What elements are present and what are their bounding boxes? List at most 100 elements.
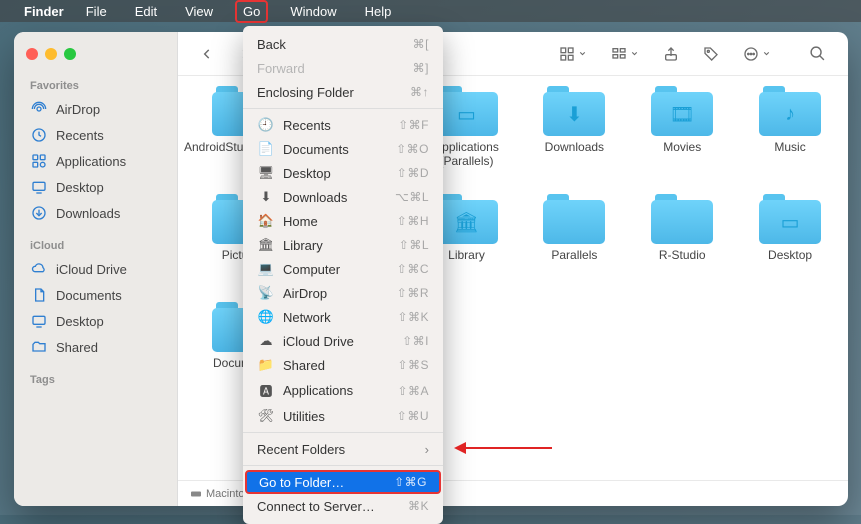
go-shared[interactable]: 📁Shared⇧⌘S (243, 353, 443, 377)
sidebar-item-documents[interactable]: Documents (20, 282, 171, 308)
utilities-icon: 🛠 (257, 408, 275, 424)
search-button[interactable] (803, 41, 832, 66)
view-mode-button[interactable] (553, 42, 593, 66)
go-recent-folders[interactable]: Recent Folders › (243, 437, 443, 461)
go-applications[interactable]: 🅰Applications⇧⌘A (243, 377, 443, 404)
go-utilities[interactable]: 🛠 Utilities ⇧⌘U (243, 404, 443, 428)
folder-downloads[interactable]: ⬇Downloads (522, 86, 626, 186)
tag-button[interactable] (697, 42, 725, 66)
shortcut-label: ⇧⌘H (397, 214, 429, 228)
folder-desktop-alias[interactable]: ▭ Desktop (738, 194, 842, 294)
download-icon: ⬇ (257, 189, 275, 205)
menu-item-label: Network (283, 310, 331, 325)
shortcut-label: ⌘K (408, 499, 429, 513)
file-label: Parallels (551, 248, 597, 262)
go-library[interactable]: 🏛Library⇧⌘L (243, 233, 443, 257)
go-connect-to-server[interactable]: Connect to Server… ⌘K (243, 494, 443, 518)
file-label: Desktop (768, 248, 812, 262)
sidebar-item-icloud-drive[interactable]: iCloud Drive (20, 256, 171, 282)
menu-window[interactable]: Window (284, 2, 342, 21)
menu-file[interactable]: File (80, 2, 113, 21)
shortcut-label: ⇧⌘U (397, 409, 429, 423)
back-button[interactable] (194, 43, 220, 65)
menu-go[interactable]: Go (235, 0, 268, 23)
sidebar-section-tags: Tags (20, 370, 171, 390)
sidebar-item-applications[interactable]: Applications (20, 148, 171, 174)
menu-item-label: AirDrop (283, 286, 327, 301)
desktop-icon: 🖥 (257, 165, 275, 181)
menu-item-label: Recents (283, 118, 331, 133)
folder-movies[interactable]: 🎞Movies (630, 86, 734, 186)
menu-item-label: Utilities (283, 409, 325, 424)
go-desktop[interactable]: 🖥Desktop⇧⌘D (243, 161, 443, 185)
go-menu-dropdown: Back⌘[ Forward⌘] Enclosing Folder⌘↑ 🕘Rec… (243, 26, 443, 524)
sidebar-item-shared[interactable]: Shared (20, 334, 171, 360)
sidebar-item-label: Applications (56, 154, 126, 169)
document-icon (30, 286, 48, 304)
go-back[interactable]: Back⌘[ (243, 32, 443, 56)
sidebar-item-recents[interactable]: Recents (20, 122, 171, 148)
file-label: Music (774, 140, 805, 154)
go-computer[interactable]: 💻Computer⇧⌘C (243, 257, 443, 281)
airdrop-icon (30, 100, 48, 118)
go-icloud-drive[interactable]: ☁iCloud Drive⇧⌘I (243, 329, 443, 353)
sidebar: Favorites AirDrop Recents Applications D… (14, 32, 178, 506)
go-airdrop[interactable]: 📡AirDrop⇧⌘R (243, 281, 443, 305)
file-label: Library (448, 248, 485, 262)
go-documents[interactable]: 📄Documents⇧⌘O (243, 137, 443, 161)
folder-parallels[interactable]: Parallels (522, 194, 626, 294)
library-icon: 🏛 (436, 200, 498, 244)
menu-separator (243, 432, 443, 433)
sidebar-item-desktop[interactable]: Desktop (20, 174, 171, 200)
sidebar-item-desktop-cloud[interactable]: Desktop (20, 308, 171, 334)
actions-button[interactable] (737, 42, 777, 66)
clock-icon: 🕘 (257, 117, 275, 133)
annotation-arrow (454, 442, 552, 454)
sidebar-item-downloads[interactable]: Downloads (20, 200, 171, 226)
desktop-icon: ▭ (759, 200, 821, 244)
go-downloads[interactable]: ⬇Downloads⌥⌘L (243, 185, 443, 209)
file-label: Movies (663, 140, 701, 154)
globe-icon: 🌐 (257, 309, 275, 325)
macos-menubar: Finder File Edit View Go Window Help (0, 0, 861, 22)
go-recents[interactable]: 🕘Recents⇧⌘F (243, 113, 443, 137)
share-button[interactable] (657, 42, 685, 66)
shortcut-label: ⇧⌘D (397, 166, 429, 180)
desktop-icon (30, 178, 48, 196)
close-window-button[interactable] (26, 48, 38, 60)
cloud-icon: ☁ (257, 333, 275, 349)
go-enclosing-folder[interactable]: Enclosing Folder⌘↑ (243, 80, 443, 104)
sidebar-item-label: Downloads (56, 206, 120, 221)
menu-edit[interactable]: Edit (129, 2, 163, 21)
menu-view[interactable]: View (179, 2, 219, 21)
chevron-right-icon: › (425, 442, 429, 457)
menu-item-label: Computer (283, 262, 340, 277)
music-icon: ♪ (759, 92, 821, 136)
menu-item-label: Home (283, 214, 318, 229)
go-home[interactable]: 🏠Home⇧⌘H (243, 209, 443, 233)
airdrop-icon: 📡 (257, 285, 275, 301)
folder-music[interactable]: ♪ Music (738, 86, 842, 186)
menu-item-label: Connect to Server… (257, 499, 375, 514)
zoom-window-button[interactable] (64, 48, 76, 60)
go-network[interactable]: 🌐 Network ⇧⌘K (243, 305, 443, 329)
go-to-folder[interactable]: Go to Folder…⇧⌘G (245, 470, 441, 494)
menu-item-label: Forward (257, 61, 305, 76)
menu-item-label: Enclosing Folder (257, 85, 354, 100)
shared-folder-icon (30, 338, 48, 356)
download-icon (30, 204, 48, 222)
minimize-window-button[interactable] (45, 48, 57, 60)
menu-item-label: iCloud Drive (283, 334, 354, 349)
menu-item-label: Library (283, 238, 323, 253)
folder-r-studio[interactable]: R-Studio (630, 194, 734, 294)
computer-icon: 💻 (257, 261, 275, 277)
menu-help[interactable]: Help (359, 2, 398, 21)
shortcut-label: ⇧⌘K (397, 310, 429, 324)
apps-icon: 🅰 (257, 381, 275, 400)
group-button[interactable] (605, 42, 645, 66)
menu-item-label: Recent Folders (257, 442, 345, 457)
sidebar-item-airdrop[interactable]: AirDrop (20, 96, 171, 122)
folder-glyph-icon: ▭ (436, 92, 498, 136)
app-name[interactable]: Finder (24, 4, 64, 19)
menu-item-label: Downloads (283, 190, 347, 205)
